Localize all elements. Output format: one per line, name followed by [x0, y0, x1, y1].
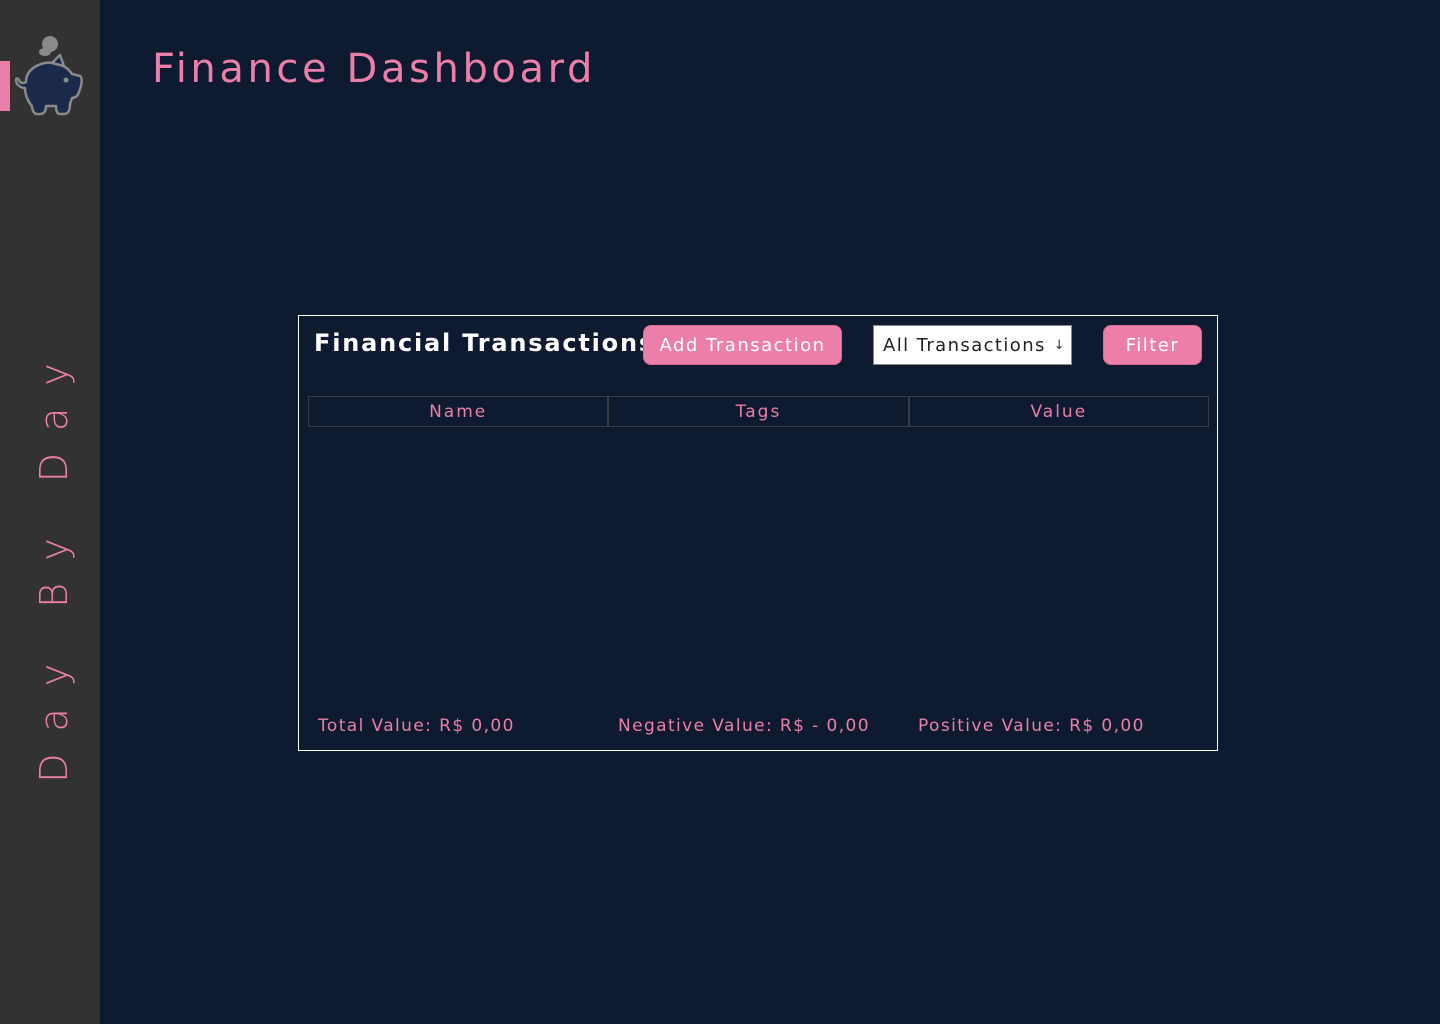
- transactions-panel: Financial Transactions Add Transaction A…: [298, 315, 1218, 751]
- total-value: Total Value: R$ 0,00: [318, 716, 515, 736]
- column-header-value[interactable]: Value: [908, 396, 1209, 427]
- panel-title: Financial Transactions: [314, 329, 655, 357]
- brand-vertical-text: Day By Day: [22, 312, 86, 812]
- column-header-name[interactable]: Name: [308, 396, 609, 427]
- select-value: All Transactions: [883, 334, 1046, 356]
- filter-button[interactable]: Filter: [1103, 325, 1202, 365]
- page-title: Finance Dashboard: [152, 46, 596, 92]
- piggy-bank-icon[interactable]: [12, 34, 88, 120]
- table-header: Name Tags Value: [308, 396, 1209, 427]
- positive-value: Positive Value: R$ 0,00: [918, 716, 1145, 736]
- table-body: [308, 427, 1209, 707]
- negative-value: Negative Value: R$ - 0,00: [618, 716, 870, 736]
- add-transaction-button[interactable]: Add Transaction: [643, 325, 842, 365]
- transaction-type-select[interactable]: All Transactions ↓: [873, 325, 1072, 365]
- brand-label: Day By Day: [32, 341, 77, 783]
- sidebar: Day By Day: [0, 0, 100, 1024]
- column-header-tags[interactable]: Tags: [608, 396, 909, 427]
- arrow-down-icon: ↓: [1053, 337, 1067, 353]
- totals-row: Total Value: R$ 0,00 Negative Value: R$ …: [318, 716, 1198, 740]
- active-nav-indicator: [0, 61, 10, 111]
